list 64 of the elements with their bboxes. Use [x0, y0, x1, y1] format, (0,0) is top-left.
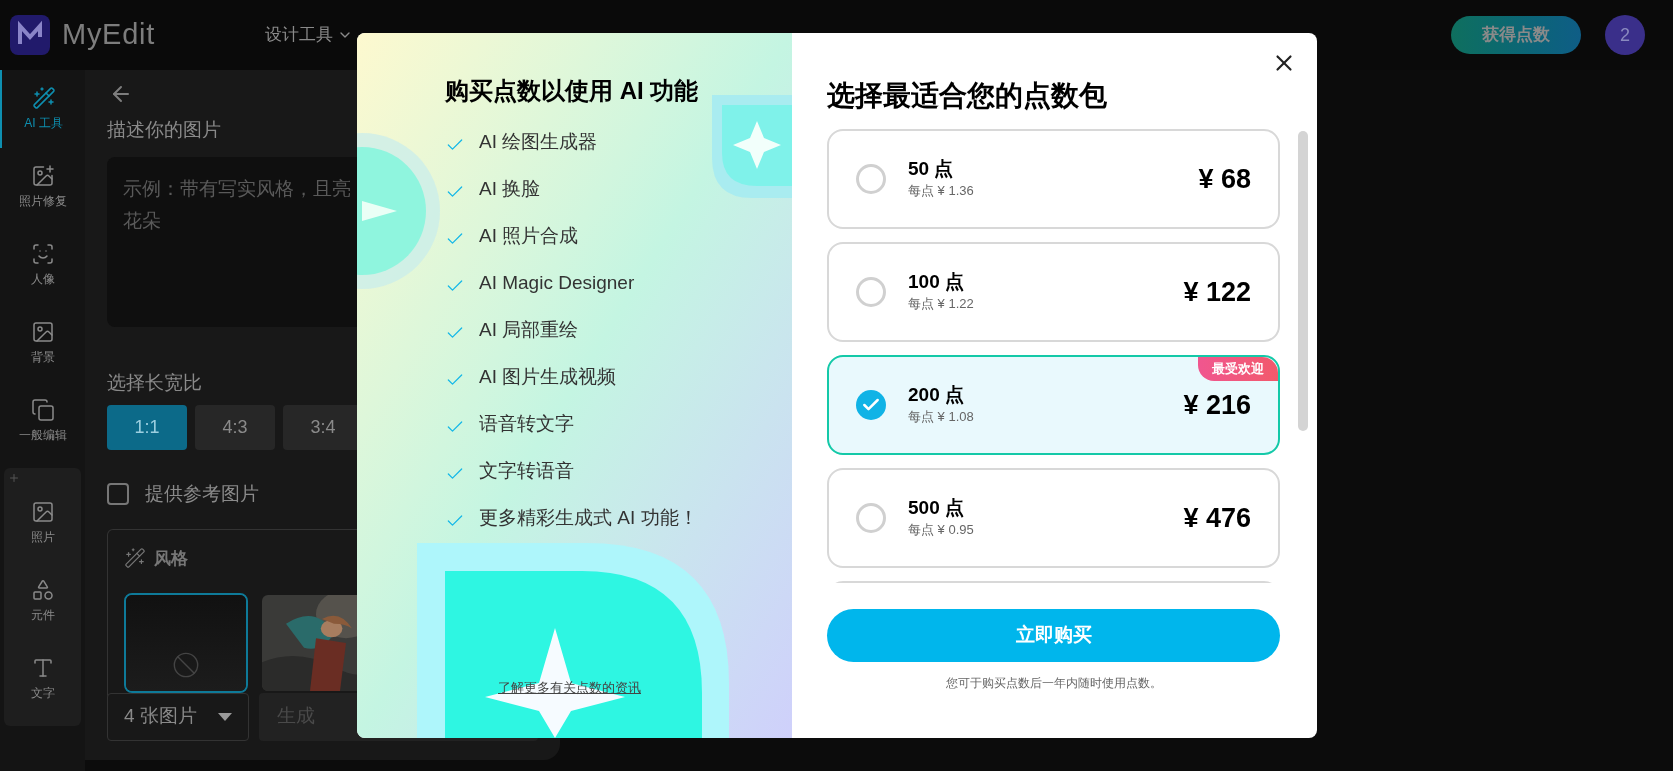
radio-button[interactable]: [856, 164, 886, 194]
package-card[interactable]: 100 点 每点 ¥ 1.22 ¥ 122: [827, 242, 1280, 342]
package-points: 500 点: [908, 496, 965, 521]
sidebar-item[interactable]: 一般编辑: [0, 382, 85, 460]
tool-icon: [30, 500, 55, 524]
reference-label: 提供参考图片: [145, 482, 259, 506]
feature-text: AI 局部重绘: [479, 318, 579, 343]
package-price: ¥ 68: [1198, 162, 1251, 196]
avatar[interactable]: 2: [1605, 15, 1645, 55]
sidebar-item[interactable]: 背景: [0, 304, 85, 382]
logo-text: MyEdit: [62, 17, 155, 53]
package-price: ¥ 216: [1183, 388, 1251, 422]
sidebar-item[interactable]: 人像: [0, 226, 85, 304]
nav-menu[interactable]: 设计工具: [265, 22, 353, 48]
ratio-option[interactable]: 1:1: [107, 405, 187, 450]
popular-badge: 最受欢迎: [1198, 357, 1278, 381]
feature-text: AI 换脸: [479, 177, 541, 202]
package-points: 50 点: [908, 157, 955, 182]
add-icon: [8, 472, 20, 484]
wand-icon: [124, 547, 146, 570]
tool-icon: [30, 320, 55, 344]
package-card[interactable]: 500 点 每点 ¥ 0.95 ¥ 476: [827, 468, 1280, 568]
none-icon: [172, 651, 200, 679]
radio-button[interactable]: [856, 503, 886, 533]
scrollbar[interactable]: [1298, 131, 1308, 431]
package-unit-price: 每点 ¥ 1.22: [908, 295, 974, 314]
package-price: ¥ 476: [1183, 501, 1251, 535]
package-price: ¥ 122: [1183, 275, 1251, 309]
reference-checkbox[interactable]: [107, 483, 129, 506]
package-points: 100 点: [908, 270, 965, 295]
tool-icon: [31, 86, 56, 110]
sidebar-item[interactable]: 文字: [4, 640, 81, 718]
tool-icon: [30, 398, 55, 422]
packages-title: 选择最适合您的点数包: [827, 79, 1108, 113]
ratio-option[interactable]: 4:3: [195, 405, 275, 450]
radio-button[interactable]: [856, 277, 886, 307]
package-unit-price: 每点 ¥ 1.36: [908, 182, 974, 201]
feature-text: 语音转文字: [479, 412, 574, 437]
validity-note: 您可于购买点数后一年内随时使用点数。: [944, 675, 1163, 692]
sidebar-item[interactable]: 照片修复: [0, 148, 85, 226]
tool-icon: [30, 242, 55, 266]
feature-text: AI 照片合成: [479, 224, 579, 249]
feature-text: AI 图片生成视频: [479, 365, 617, 390]
features-title: 购买点数以使用 AI 功能: [445, 76, 700, 106]
feature-text: 文字转语音: [479, 459, 574, 484]
package-unit-price: 每点 ¥ 0.95: [908, 521, 974, 540]
package-card[interactable]: 50 点 每点 ¥ 1.36 ¥ 68: [827, 129, 1280, 229]
image-count-dropdown[interactable]: 4 张图片: [107, 692, 250, 741]
style-title: 风格: [154, 547, 188, 570]
prompt-label: 描述你的图片: [107, 118, 221, 142]
feature-text: 更多精彩生成式 AI 功能！: [479, 506, 698, 531]
sidebar-item[interactable]: 元件: [4, 562, 81, 640]
tool-icon: [30, 164, 55, 188]
logo-icon: [10, 15, 50, 55]
radio-button[interactable]: [856, 390, 886, 420]
package-card[interactable]: 最受欢迎 200 点 每点 ¥ 1.08 ¥ 216: [827, 355, 1280, 455]
feature-text: AI Magic Designer: [479, 271, 635, 296]
ratio-label: 选择长宽比: [107, 370, 202, 395]
caret-icon: [218, 712, 233, 721]
sidebar-item[interactable]: 照片: [4, 484, 81, 562]
package-unit-price: 每点 ¥ 1.08: [908, 408, 974, 427]
package-points: 200 点: [908, 383, 965, 408]
tool-icon: [30, 578, 55, 602]
feature-text: AI 绘图生成器: [479, 130, 598, 155]
